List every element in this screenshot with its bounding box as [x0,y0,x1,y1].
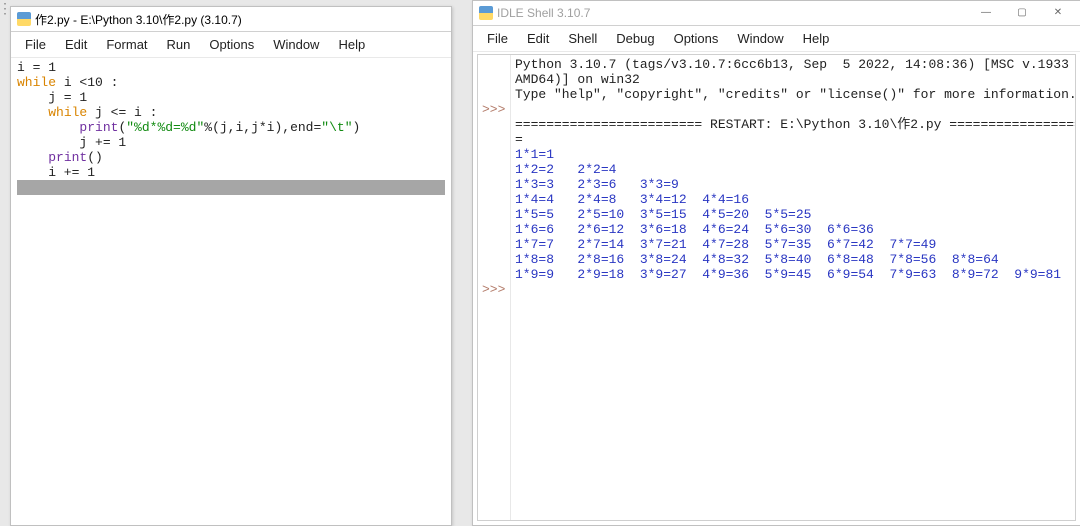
menu-run[interactable]: Run [159,35,199,54]
shell-content[interactable]: >>> >>> Python 3.10.7 (tags/v3.10.7:6cc6… [473,52,1080,525]
output-row: 1*3=3 2*3=6 3*3=9 [515,177,679,192]
minimize-button[interactable]: — [968,2,1004,24]
menu-edit[interactable]: Edit [519,29,557,48]
menu-edit[interactable]: Edit [57,35,95,54]
output-row: 1*4=4 2*4=8 3*4=12 4*4=16 [515,192,749,207]
shell-prompt-gutter: >>> >>> [478,55,511,520]
left-edge-grip: ⋮ [0,0,10,525]
menu-window[interactable]: Window [729,29,791,48]
output-row: 1*9=9 2*9=18 3*9=27 4*9=36 5*9=45 6*9=54… [515,267,1061,282]
menu-file[interactable]: File [17,35,54,54]
menu-options[interactable]: Options [666,29,727,48]
output-row: 1*8=8 2*8=16 3*8=24 4*8=32 5*8=40 6*8=48… [515,252,999,267]
close-button[interactable]: ✕ [1040,2,1076,24]
shell-output[interactable]: Python 3.10.7 (tags/v3.10.7:6cc6b13, Sep… [511,55,1076,520]
cursor-line-highlight [17,180,445,195]
menu-format[interactable]: Format [98,35,155,54]
output-row: 1*6=6 2*6=12 3*6=18 4*6=24 5*6=30 6*6=36 [515,222,874,237]
window-controls: — ▢ ✕ [968,2,1076,24]
editor-menubar: File Edit Format Run Options Window Help [11,32,451,58]
shell-titlebar[interactable]: IDLE Shell 3.10.7 — ▢ ✕ [473,1,1080,26]
output-row: 1*1=1 [515,147,554,162]
menu-shell[interactable]: Shell [560,29,605,48]
maximize-button[interactable]: ▢ [1004,2,1040,24]
shell-menubar: File Edit Shell Debug Options Window Hel… [473,26,1080,52]
output-row: 1*2=2 2*2=4 [515,162,616,177]
editor-titlebar[interactable]: 作2.py - E:\Python 3.10\作2.py (3.10.7) [11,7,451,32]
idle-app-icon [479,6,493,20]
source-code[interactable]: i = 1 while i <10 : j = 1 while j <= i :… [11,58,451,195]
menu-options[interactable]: Options [201,35,262,54]
editor-content[interactable]: i = 1 while i <10 : j = 1 while j <= i :… [11,58,451,525]
editor-window-title: 作2.py - E:\Python 3.10\作2.py (3.10.7) [35,11,242,28]
menu-help[interactable]: Help [795,29,838,48]
menu-window[interactable]: Window [265,35,327,54]
output-row: 1*7=7 2*7=14 3*7=21 4*7=28 5*7=35 6*7=42… [515,237,936,252]
menu-file[interactable]: File [479,29,516,48]
menu-help[interactable]: Help [330,35,373,54]
editor-window: 作2.py - E:\Python 3.10\作2.py (3.10.7) Fi… [10,6,452,526]
menu-debug[interactable]: Debug [608,29,662,48]
shell-window: IDLE Shell 3.10.7 — ▢ ✕ File Edit Shell … [472,0,1080,526]
output-row: 1*5=5 2*5=10 3*5=15 4*5=20 5*5=25 [515,207,811,222]
idle-app-icon [17,12,31,26]
shell-window-title: IDLE Shell 3.10.7 [497,6,590,20]
